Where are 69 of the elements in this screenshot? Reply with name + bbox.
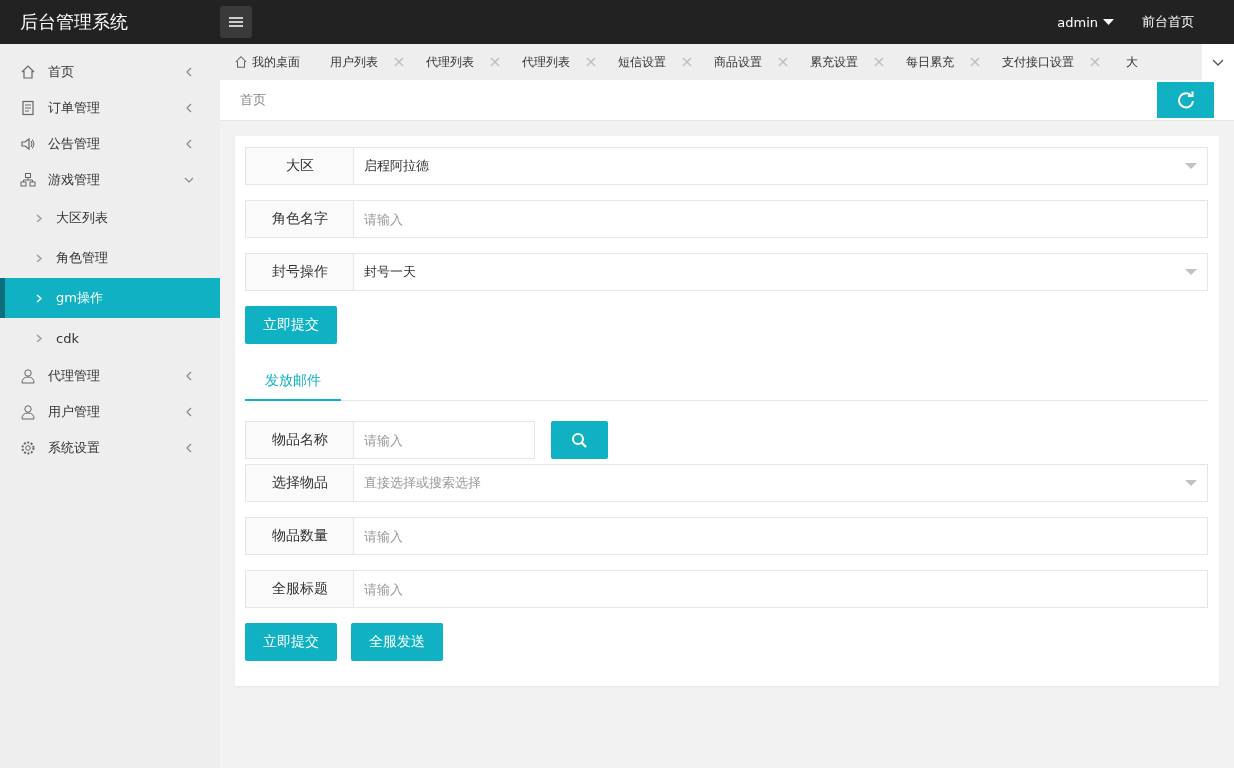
field-label: 角色名字 xyxy=(245,200,354,238)
input-field[interactable]: 请输入 xyxy=(354,200,1208,238)
close-icon[interactable] xyxy=(778,57,788,67)
field-label: 选择物品 xyxy=(245,464,354,502)
search-button[interactable] xyxy=(551,421,608,459)
sidebar-item[interactable]: 代理管理 xyxy=(0,358,220,394)
field-label: 封号操作 xyxy=(245,253,354,291)
field-label: 物品数量 xyxy=(245,517,354,555)
dropdown-arrow-icon xyxy=(1185,480,1197,486)
field-label: 物品名称 xyxy=(245,421,354,459)
page-tab[interactable]: 代理列表 xyxy=(426,53,474,71)
close-icon[interactable] xyxy=(394,57,404,67)
chevron-right-icon xyxy=(36,253,42,263)
input-field[interactable]: 请输入 xyxy=(354,421,535,459)
app-title: 后台管理系统 xyxy=(19,10,129,34)
close-icon[interactable] xyxy=(1090,57,1100,67)
sidebar-subitem[interactable]: cdk xyxy=(0,318,220,358)
field-label: 大区 xyxy=(245,147,354,185)
dropdown-arrow-icon xyxy=(1185,163,1197,169)
select-field[interactable]: 封号一天 xyxy=(354,253,1208,291)
page-tab[interactable]: 累充设置 xyxy=(810,53,858,71)
page-tab[interactable]: 用户列表 xyxy=(330,53,378,71)
chevron-right-icon xyxy=(36,333,42,343)
close-icon[interactable] xyxy=(682,57,692,67)
refresh-icon xyxy=(1176,91,1195,109)
page-tab[interactable]: 短信设置 xyxy=(618,53,666,71)
sidebar-item[interactable]: 系统设置 xyxy=(0,430,220,466)
chevron-right-icon xyxy=(36,213,42,223)
sitemap-icon xyxy=(20,172,36,188)
user-icon xyxy=(20,368,36,384)
dropdown-arrow-icon xyxy=(1185,269,1197,275)
speaker-icon xyxy=(20,136,36,152)
field-label: 全服标题 xyxy=(245,570,354,608)
front-page-link[interactable]: 前台首页 xyxy=(1142,13,1194,31)
user-icon xyxy=(20,404,36,420)
sidebar-item[interactable]: 首页 xyxy=(0,54,220,90)
menu-button[interactable] xyxy=(220,6,252,38)
close-icon[interactable] xyxy=(490,57,500,67)
page-tab[interactable]: 每日累充 xyxy=(906,53,954,71)
sidebar-item[interactable]: 游戏管理 xyxy=(0,162,220,198)
sidebar-item[interactable]: 订单管理 xyxy=(0,90,220,126)
home-icon xyxy=(20,64,36,80)
input-field[interactable]: 请输入 xyxy=(354,517,1208,555)
document-icon xyxy=(20,100,36,116)
page-tab[interactable]: 支付接口设置 xyxy=(1002,53,1074,71)
page-tab[interactable]: 商品设置 xyxy=(714,53,762,71)
close-icon[interactable] xyxy=(874,57,884,67)
page-tab[interactable]: 代理列表 xyxy=(522,53,570,71)
close-icon[interactable] xyxy=(970,57,980,67)
page-tab[interactable]: 大 xyxy=(1126,53,1138,71)
page-tab[interactable]: 我的桌面 xyxy=(234,53,300,71)
sidebar-subitem[interactable]: 大区列表 xyxy=(0,198,220,238)
search-icon xyxy=(571,431,588,449)
refresh-button[interactable] xyxy=(1157,82,1214,118)
select-field[interactable]: 启程阿拉德 xyxy=(354,147,1208,185)
chevron-down-icon xyxy=(1212,58,1224,66)
user-menu[interactable]: admin xyxy=(1057,14,1098,30)
menu-icon xyxy=(229,17,243,27)
sidebar-subitem[interactable]: 角色管理 xyxy=(0,238,220,278)
home-icon xyxy=(234,55,248,69)
input-field[interactable]: 请输入 xyxy=(354,570,1208,608)
breadcrumb: 首页 xyxy=(240,91,267,109)
sidebar-item[interactable]: 公告管理 xyxy=(0,126,220,162)
close-icon[interactable] xyxy=(586,57,596,67)
caret-icon xyxy=(1103,19,1114,25)
tabs-dropdown-button[interactable] xyxy=(1202,44,1234,80)
chevron-right-icon xyxy=(36,293,42,303)
sidebar-item[interactable]: 用户管理 xyxy=(0,394,220,430)
settings-icon xyxy=(20,440,36,456)
